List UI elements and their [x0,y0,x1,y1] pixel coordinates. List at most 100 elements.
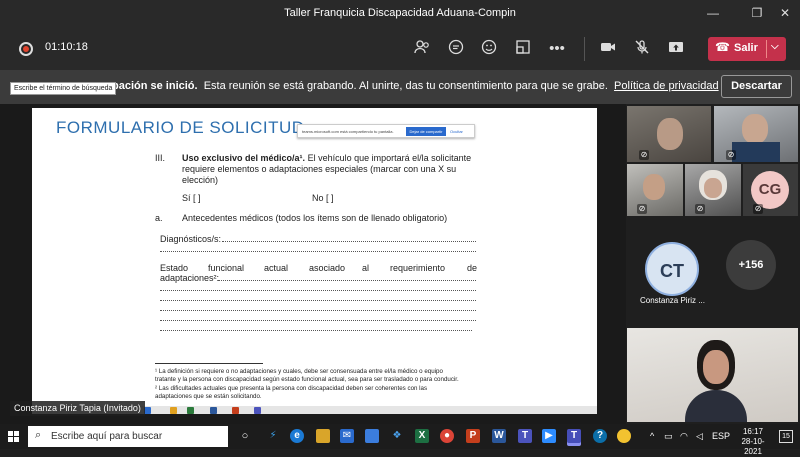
mic-off-icon: ⊘ [639,150,649,160]
mail-icon[interactable]: ✉ [340,429,354,443]
app-icon-thunder[interactable]: ⚡ [266,429,280,443]
banner-bold-text: pación se inició. [112,80,198,92]
footnote-separator [155,363,263,364]
section-heading: Uso exclusivo del médico/a¹. El vehículo… [182,153,471,163]
subsection-letter: a. [155,213,163,223]
teams-active-icon[interactable]: T [567,429,581,443]
participants-icon[interactable] [411,38,433,60]
estado-word-2: funcional [208,263,245,273]
remote-app-icon [144,407,151,414]
estado-line-6 [160,330,472,331]
more-options-icon[interactable]: ••• [546,38,568,60]
system-clock[interactable]: 16:17 28-10-2021 [733,427,773,457]
search-placeholder: Escribe aquí para buscar [51,431,163,442]
close-button[interactable]: ✕ [774,4,796,22]
participant-video-tile[interactable]: ⊘ [714,106,798,162]
wifi-icon[interactable]: ◠ [680,431,688,442]
rooms-icon[interactable] [512,38,534,60]
privacy-policy-link[interactable]: Política de privacidad [614,80,719,92]
banner-text: Esta reunión se está grabando. Al unirte… [203,80,608,92]
search-tooltip: Escribe el término de búsqueda [10,82,116,95]
windows-taskbar: ⌕ Escribe aquí para buscar ○ ⚡ e ✉ ❖ X ●… [0,424,800,456]
overflow-count: +156 [726,240,776,290]
language-indicator[interactable]: ESP [712,431,730,441]
estado-word-4: asociado [309,263,346,273]
participant-video-tile[interactable]: ⊘ [627,106,711,162]
participant-shirt [732,142,780,162]
recording-banner: pación se inició. Esta reunión se está g… [0,70,800,104]
remote-app-icon [210,407,217,414]
title-bar: Taller Franquicia Discapacidad Aduana-Co… [0,0,800,28]
mic-off-icon[interactable] [631,38,653,60]
discard-button[interactable]: Descartar [721,75,792,98]
zoom-icon[interactable]: ▶ [542,429,556,443]
notifications-icon[interactable]: 15 [779,430,793,443]
footnote-1a: ¹ La definición si requiere o no adaptac… [155,368,443,375]
estado-line-5 [160,320,476,321]
adaptaciones-label: adaptaciones²: [160,273,220,283]
si-checkbox: Sí [ ] [182,193,201,203]
remote-app-icon [232,407,239,414]
chat-icon[interactable] [445,38,467,60]
toolbar-divider [584,37,585,61]
dropbox-icon[interactable]: ❖ [390,429,404,443]
participant-face [657,118,683,150]
participant-video-tile[interactable]: ⊘ [627,164,683,216]
taskbar-search-box[interactable]: ⌕ Escribe aquí para buscar [28,426,228,447]
volume-icon[interactable]: ◁ [696,431,703,442]
banner-message: pación se inició. Esta reunión se está g… [112,80,719,92]
reactions-icon[interactable] [478,38,500,60]
task-view-icon[interactable]: ○ [238,429,252,443]
overflow-participants-tile[interactable]: +156 [718,224,798,314]
maximize-button[interactable]: ❐ [746,4,768,22]
show-hidden-icons[interactable]: ^ [650,431,654,441]
participant-video-tile[interactable]: ⊘ [685,164,741,216]
chrome-icon[interactable]: ● [440,429,454,443]
share-screen-icon[interactable] [665,38,687,60]
participant-tile-cg[interactable]: CG ⊘ [743,164,798,216]
app-icon-yellow[interactable] [617,429,631,443]
clock-time: 16:17 [742,427,764,436]
estado-word-7: de [467,263,478,273]
meeting-timer: 01:10:18 [45,41,88,53]
leave-divider [766,40,767,58]
windows-start-icon[interactable] [8,431,19,442]
estado-word-1: Estado [160,263,189,273]
camera-icon[interactable] [597,38,619,60]
network-icon[interactable]: ▭ [664,431,673,442]
estado-line-1 [218,280,476,281]
search-icon: ⌕ [35,429,42,441]
mic-off-icon: ⊘ [753,204,763,214]
teams-icon[interactable]: T [518,429,532,443]
remote-app-icon [254,407,261,414]
window-title: Taller Franquicia Discapacidad Aduana-Co… [284,7,516,19]
word-icon[interactable]: W [492,429,506,443]
no-checkbox: No [ ] [312,193,334,203]
hide-sharing-bar-button[interactable]: Ocultar [450,129,463,134]
excel-icon[interactable]: X [415,429,429,443]
edge-icon[interactable]: e [290,429,304,443]
minimize-button[interactable]: — [702,4,724,22]
powerpoint-icon[interactable]: P [466,429,480,443]
participant-tile-ct[interactable]: CT Constanza Piriz ... [627,224,715,314]
estado-line-4 [160,310,476,311]
remote-app-icon [170,407,177,414]
diagnosticos-label: Diagnósticos/s: [160,234,222,244]
leave-label: Salir [734,42,758,54]
section-text-3: elección) [182,175,219,185]
section-bold: Uso exclusivo del médico/a¹. [182,153,306,163]
store-icon[interactable] [365,429,379,443]
chevron-down-icon[interactable]: ⌵ [771,41,779,52]
file-explorer-icon[interactable] [316,429,330,443]
participant-face [704,178,722,198]
footnote-2b: adaptaciones que se están solicitando. [155,393,262,400]
leave-button[interactable]: ☎ Salir ⌵ [708,37,786,61]
footnote-1b: tratante y la persona con discapacidad s… [155,376,459,383]
mic-off-icon: ⊘ [637,204,647,214]
sharing-notification-bar: teams.microsoft.com está compartiendo tu… [297,124,475,138]
stop-sharing-button[interactable]: Dejar de compartir [406,127,446,136]
self-video-tile[interactable] [627,328,798,422]
section-number: III. [155,153,166,163]
help-icon[interactable]: ? [593,429,607,443]
diagnosticos-line [222,241,476,242]
